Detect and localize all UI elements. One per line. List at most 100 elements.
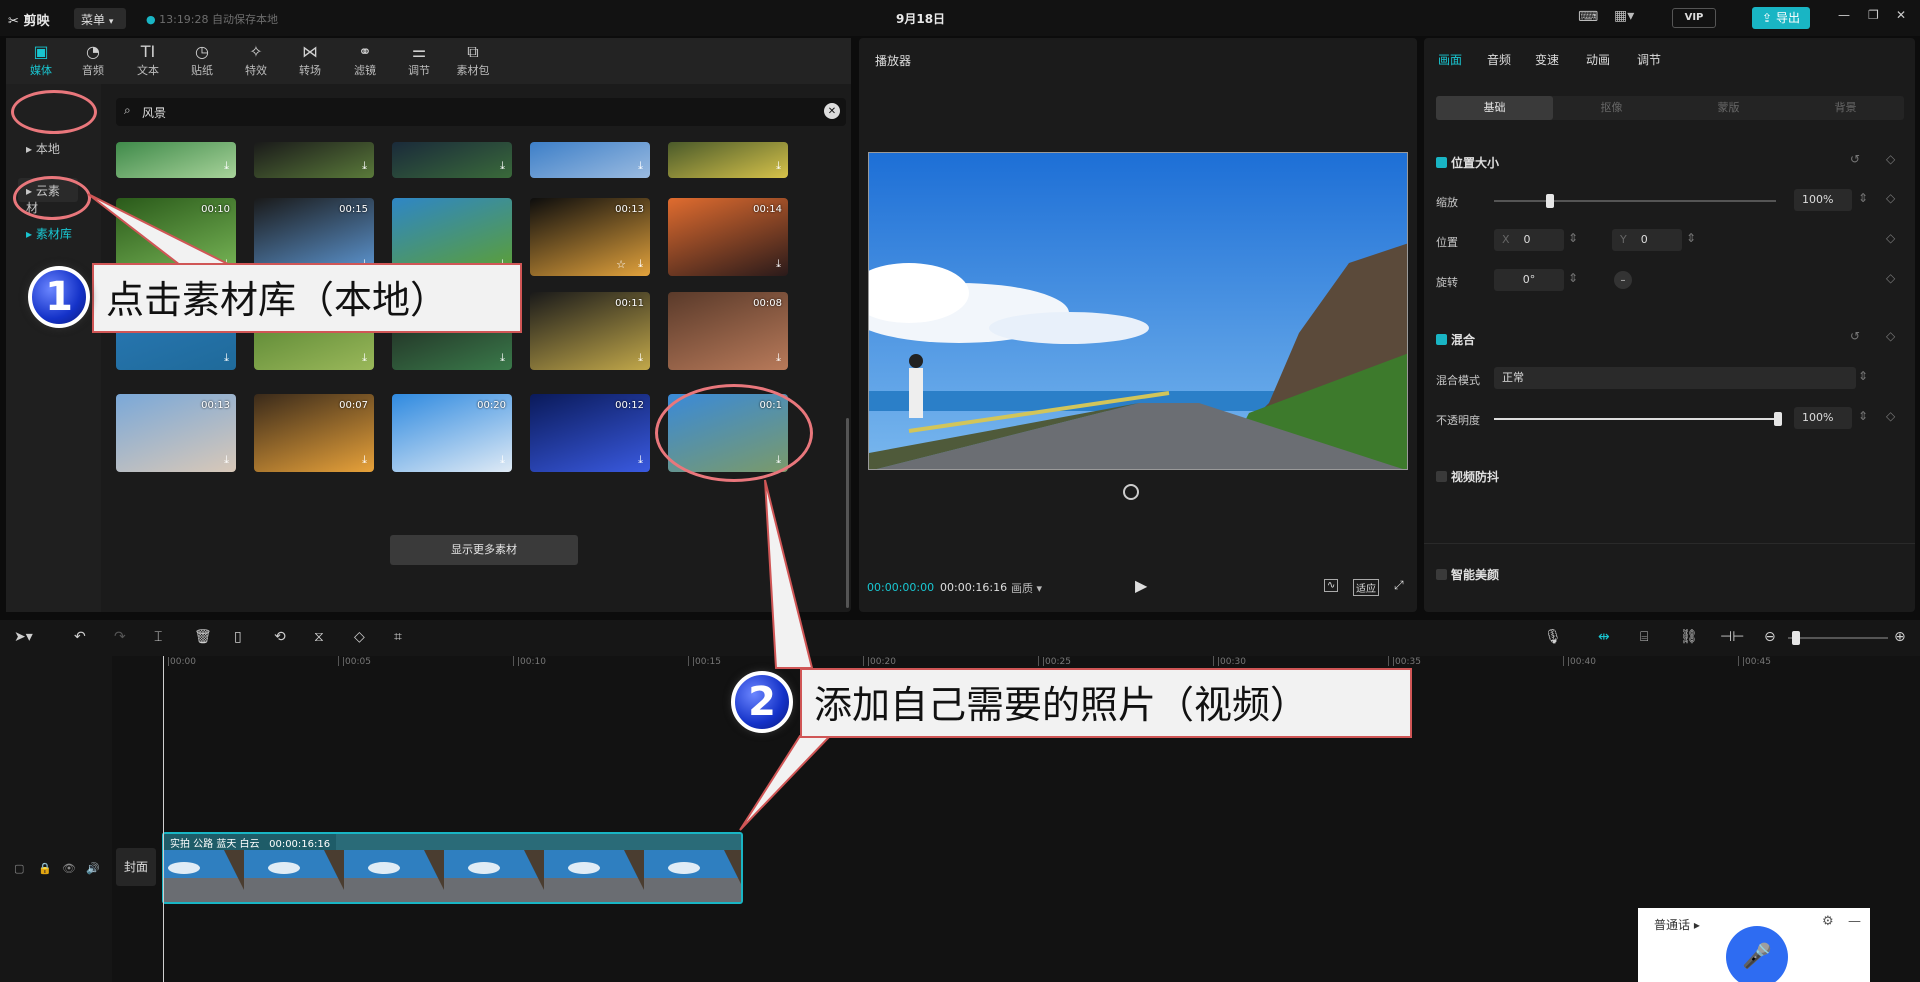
keyframe-icon[interactable]: ◇: [1886, 409, 1895, 423]
zoom-slider-track[interactable]: [1788, 637, 1888, 639]
reset-icon[interactable]: ↺: [1850, 329, 1860, 343]
close-icon[interactable]: ✕: [1896, 8, 1906, 22]
tab-transitions[interactable]: ⋈ 转场: [285, 42, 335, 78]
download-icon[interactable]: ⤓: [638, 159, 643, 173]
download-icon[interactable]: ⤓: [776, 159, 781, 173]
subtab-background[interactable]: 背景: [1787, 96, 1904, 120]
voice-mode[interactable]: 普通话 ▸: [1654, 916, 1700, 933]
link-icon[interactable]: ⛓: [1680, 629, 1698, 645]
restore-icon[interactable]: ❐: [1868, 8, 1879, 22]
waveform-icon[interactable]: ∿: [1324, 579, 1339, 592]
keyframe-icon[interactable]: ◇: [1886, 191, 1895, 205]
download-icon[interactable]: ⤓: [224, 159, 229, 173]
blend-mode-select[interactable]: 正常: [1494, 367, 1856, 389]
eye-icon[interactable]: 👁: [62, 862, 76, 875]
scale-slider[interactable]: [1494, 200, 1776, 202]
keyframe-icon[interactable]: ◇: [1886, 329, 1895, 343]
tab-animation[interactable]: 动画: [1586, 51, 1610, 68]
media-thumbnail[interactable]: 00:12 ⤓: [530, 394, 650, 472]
stepper-icon[interactable]: ⇕: [1858, 369, 1868, 383]
stepper-icon[interactable]: ⇕: [1858, 191, 1868, 205]
download-icon[interactable]: ⤓: [224, 453, 229, 467]
mirror-icon[interactable]: ⧖: [314, 629, 324, 645]
auto-snap-icon[interactable]: ⌸: [1640, 629, 1648, 645]
media-thumbnail[interactable]: 00:08 ⤓: [668, 292, 788, 370]
track-video-icon[interactable]: ▢: [14, 862, 24, 875]
subtab-cutout[interactable]: 抠像: [1553, 96, 1670, 120]
delete-icon[interactable]: 🗑: [194, 629, 212, 645]
playhead[interactable]: [163, 656, 164, 982]
media-thumbnail[interactable]: 00:20 ⤓: [392, 394, 512, 472]
tab-audio-prop[interactable]: 音频: [1487, 51, 1511, 68]
tab-filters[interactable]: ⚭ 滤镜: [340, 42, 390, 78]
show-more-button[interactable]: 显示更多素材: [390, 535, 578, 565]
opacity-value[interactable]: 100%: [1794, 407, 1852, 429]
crop-icon[interactable]: ⌗: [394, 629, 402, 645]
download-icon[interactable]: ⤓: [500, 351, 505, 365]
download-icon[interactable]: ⤓: [638, 257, 643, 271]
download-icon[interactable]: ⤓: [362, 159, 367, 173]
preview-axis-icon[interactable]: ⊣⊢: [1720, 629, 1744, 645]
sidebar-item-local[interactable]: ▸ 本地: [18, 136, 90, 160]
cover-button[interactable]: 封面: [116, 848, 156, 886]
keyframe-icon[interactable]: ◇: [1886, 231, 1895, 245]
undo-icon[interactable]: ↶: [74, 629, 86, 645]
position-y-field[interactable]: Y 0: [1612, 229, 1682, 251]
tab-text[interactable]: TI 文本: [123, 42, 173, 78]
keyboard-icon[interactable]: ⌨: [1578, 9, 1598, 25]
opacity-slider[interactable]: [1494, 418, 1778, 420]
opacity-slider-knob[interactable]: [1774, 412, 1782, 426]
media-thumbnail[interactable]: 00:07 ⤓: [254, 394, 374, 472]
subtab-mask[interactable]: 蒙版: [1670, 96, 1787, 120]
stepper-icon[interactable]: ⇕: [1686, 231, 1696, 245]
speaker-icon[interactable]: 🔊: [86, 862, 100, 875]
fullscreen-icon[interactable]: ⤢: [1394, 578, 1404, 593]
freeze-icon[interactable]: ▯: [234, 629, 242, 645]
search-input[interactable]: ⌕ 风景 ✕: [116, 98, 846, 126]
subtab-basic[interactable]: 基础: [1436, 96, 1553, 120]
select-cursor-icon[interactable]: ➤▾: [14, 629, 33, 645]
media-thumbnail[interactable]: 00:13 ⤓: [116, 394, 236, 472]
tab-effects[interactable]: ✧ 特效: [231, 42, 281, 78]
download-icon[interactable]: ⤓: [362, 453, 367, 467]
reverse-icon[interactable]: ⟲: [274, 629, 286, 645]
rotate-icon[interactable]: ◇: [354, 629, 365, 645]
download-icon[interactable]: ⤓: [638, 351, 643, 365]
microphone-icon[interactable]: 🎙: [1544, 629, 1562, 645]
media-thumbnail[interactable]: 00:13 ⤓ ☆: [530, 198, 650, 276]
media-thumbnail[interactable]: 00:14 ⤓: [668, 198, 788, 276]
stepper-icon[interactable]: ⇕: [1858, 409, 1868, 423]
download-icon[interactable]: ⤓: [224, 351, 229, 365]
tab-stickers[interactable]: ◷ 贴纸: [177, 42, 227, 78]
zoom-slider-knob[interactable]: [1792, 631, 1800, 645]
microphone-button[interactable]: 🎤: [1726, 926, 1788, 982]
star-icon[interactable]: ☆: [616, 258, 626, 271]
media-thumbnail[interactable]: ⤓: [254, 142, 374, 178]
download-icon[interactable]: ⤓: [776, 257, 781, 271]
clear-search-icon[interactable]: ✕: [824, 103, 840, 119]
zoom-in-icon[interactable]: ⊕: [1894, 629, 1906, 645]
stepper-icon[interactable]: ⇕: [1568, 231, 1578, 245]
tab-media[interactable]: ▣ 媒体: [16, 42, 66, 78]
download-icon[interactable]: ⤓: [776, 351, 781, 365]
quality-dropdown[interactable]: 画质 ▾: [1011, 580, 1042, 596]
tab-packs[interactable]: ⧉ 素材包: [448, 42, 498, 78]
keyframe-icon[interactable]: ◇: [1886, 152, 1895, 166]
split-icon[interactable]: ⌶: [154, 629, 162, 645]
minimize-icon[interactable]: —: [1848, 914, 1861, 929]
rotate-value[interactable]: 0°: [1494, 269, 1564, 291]
export-button[interactable]: ⇪ 导出: [1752, 7, 1810, 29]
media-thumbnail[interactable]: ⤓: [668, 142, 788, 178]
position-x-field[interactable]: X 0: [1494, 229, 1564, 251]
scale-value[interactable]: 100%: [1794, 189, 1852, 211]
play-icon[interactable]: ▶: [1135, 576, 1147, 595]
tab-audio[interactable]: ◔ 音频: [68, 42, 118, 78]
menu-button[interactable]: 菜单 ▾: [74, 8, 126, 29]
tab-picture[interactable]: 画面: [1438, 51, 1462, 68]
download-icon[interactable]: ⤓: [500, 453, 505, 467]
media-thumbnail[interactable]: ⤓: [530, 142, 650, 178]
scale-slider-knob[interactable]: [1546, 194, 1554, 208]
settings-icon[interactable]: ⚙: [1822, 914, 1834, 929]
stepper-icon[interactable]: ⇕: [1568, 271, 1578, 285]
download-icon[interactable]: ⤓: [500, 159, 505, 173]
